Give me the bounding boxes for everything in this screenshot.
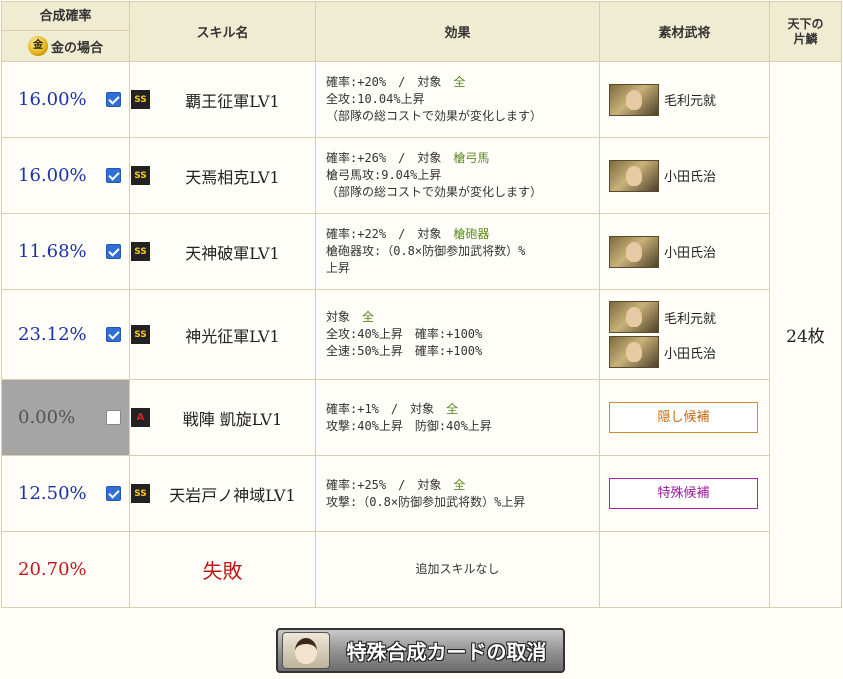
effect-target: 全 [362, 310, 375, 324]
header-material: 素材武将 [599, 1, 770, 62]
general-portrait-icon [609, 159, 659, 192]
fail-rate-value: 20.70% [18, 559, 87, 580]
hidden-candidate-button[interactable]: 隠し候補 [609, 402, 758, 433]
tenka-count: 24枚 [769, 61, 842, 608]
skill-name: 天神破軍LV1 [185, 243, 280, 263]
skill-row: 16.00% SS 覇王征軍LV1 確率:+20% / 対象 全 全攻:10.0… [1, 61, 842, 608]
rate-value: 11.68% [18, 241, 87, 262]
header-rate-title: 合成確率 [2, 2, 129, 31]
effect-target: 全 [446, 401, 459, 416]
general-portrait-icon [609, 235, 659, 268]
material-name: 毛利元就 [664, 94, 717, 109]
skill-checkbox[interactable] [106, 410, 121, 425]
fail-row: 20.70% 失敗 追加スキルなし [1, 531, 842, 608]
skill-name: 覇王征軍LV1 [185, 91, 280, 111]
header-effect: 効果 [315, 1, 600, 62]
special-candidate-button[interactable]: 特殊候補 [609, 478, 758, 509]
skill-name: 戦陣 凱旋LV1 [182, 409, 283, 429]
effect-cell: 確率:+22% / 対象 槍砲器 槍砲器攻:（0.8×防御参加武将数）% 上昇 [315, 213, 600, 290]
skill-checkbox[interactable] [106, 168, 121, 183]
rate-value: 12.50% [18, 483, 87, 504]
rate-value: 23.12% [18, 324, 87, 345]
effect-target: 全 [453, 477, 466, 492]
skill-row: 11.68% SS 天神破軍LV1 確率:+22% / 対象 槍砲器 槍砲器攻:… [1, 213, 842, 290]
material-general[interactable]: 小田氏治 [609, 158, 760, 193]
skill-checkbox[interactable] [106, 327, 121, 342]
skill-name: 天岩戸ノ神域LV1 [169, 485, 296, 505]
rate-value: 16.00% [18, 89, 87, 110]
header-gold-label: 金の場合 [50, 40, 103, 56]
synthesis-table: 合成確率 金 金の場合 スキル名 効果 素材武将 天下の 片鱗 16.00% S… [1, 1, 842, 608]
effect-cell: 確率:+1% / 対象 全 攻撃:40%上昇 防御:40%上昇 [315, 379, 600, 456]
skill-row: 23.12% SS 神光征軍LV1 対象 全 全攻:40%上昇 確率:+100%… [1, 289, 842, 380]
rate-value: 16.00% [18, 165, 87, 186]
rank-badge-icon: SS [131, 90, 150, 109]
material-general[interactable]: 毛利元就 [609, 300, 760, 335]
rank-badge-icon: SS [131, 166, 150, 185]
skill-row: 0.00% A 戦陣 凱旋LV1 確率:+1% / 対象 全 攻撃:40%上昇 … [1, 379, 842, 456]
general-portrait-icon [609, 83, 659, 116]
material-general[interactable]: 毛利元就 [609, 82, 760, 117]
header-gold: 金 金の場合 [2, 31, 129, 61]
rank-badge-icon: SS [131, 325, 150, 344]
general-portrait-icon [609, 301, 659, 333]
material-general[interactable]: 小田氏治 [609, 234, 760, 269]
effect-cell: 確率:+25% / 対象 全 攻撃:（0.8×防御参加武将数）%上昇 [315, 455, 600, 532]
rank-badge-icon: SS [131, 484, 150, 503]
cancel-special-card-button[interactable]: 特殊合成カードの取消 [276, 628, 565, 673]
rank-badge-icon: SS [131, 242, 150, 261]
rate-value: 0.00% [18, 407, 76, 428]
cancel-button-label: 特殊合成カードの取消 [346, 640, 547, 664]
skill-name: 天焉相克LV1 [185, 167, 280, 187]
material-name: 小田氏治 [664, 346, 717, 362]
header-rate: 合成確率 金 金の場合 [1, 1, 130, 62]
effect-target: 槍砲器 [453, 227, 490, 241]
effect-target: 全 [453, 75, 466, 89]
skill-checkbox[interactable] [106, 92, 121, 107]
skill-row: 12.50% SS 天岩戸ノ神域LV1 確率:+25% / 対象 全 攻撃:（0… [1, 455, 842, 532]
advisor-portrait-icon [282, 632, 330, 669]
skill-row: 16.00% SS 天焉相克LV1 確率:+26% / 対象 槍弓馬 槍弓馬攻:… [1, 137, 842, 214]
effect-cell: 確率:+26% / 対象 槍弓馬 槍弓馬攻:9.04%上昇 （部隊の総コストで効… [315, 137, 600, 214]
header-tenka: 天下の 片鱗 [769, 1, 842, 62]
effect-cell: 確率:+20% / 対象 全 全攻:10.04%上昇 （部隊の総コストで効果が変… [315, 61, 600, 138]
skill-checkbox[interactable] [106, 244, 121, 259]
general-portrait-icon [609, 336, 659, 368]
skill-name: 神光征軍LV1 [185, 326, 280, 346]
material-name: 毛利元就 [664, 311, 717, 327]
rank-badge-icon: A [131, 408, 150, 427]
effect-target: 槍弓馬 [453, 151, 490, 165]
material-name: 小田氏治 [664, 246, 717, 261]
material-general[interactable]: 小田氏治 [609, 335, 760, 370]
fail-effect: 追加スキルなし [315, 531, 600, 608]
skill-checkbox[interactable] [106, 486, 121, 501]
gold-coin-icon: 金 [27, 36, 48, 56]
header-skill-name: スキル名 [129, 1, 316, 62]
fail-label: 失敗 [129, 531, 316, 608]
effect-cell: 対象 全 全攻:40%上昇 確率:+100% 全速:50%上昇 確率:+100% [315, 289, 600, 380]
material-name: 小田氏治 [664, 170, 717, 185]
